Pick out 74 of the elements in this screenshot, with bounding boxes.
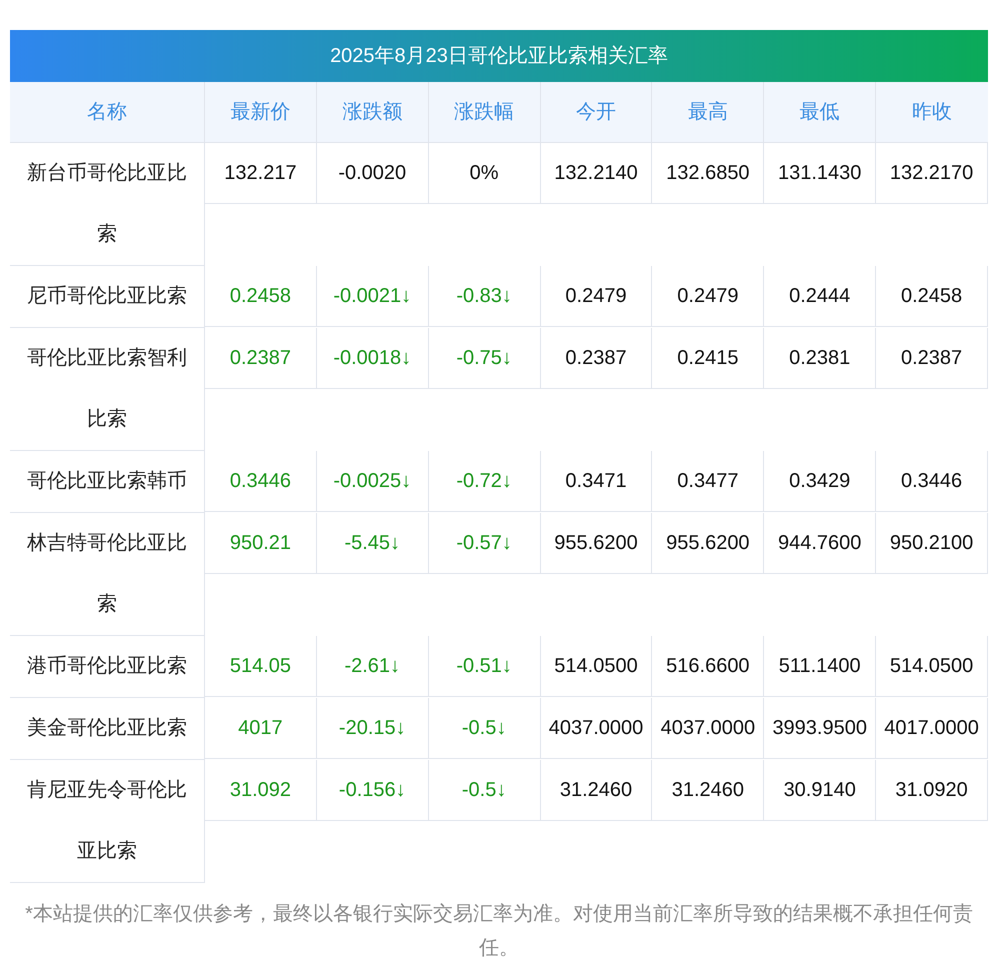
table-cell: 950.21 bbox=[205, 513, 317, 574]
table-cell: 0.2415 bbox=[652, 328, 764, 389]
table-cell: 132.6850 bbox=[652, 143, 764, 204]
table-cell: -0.5↓ bbox=[428, 698, 541, 759]
table-cell: 514.05 bbox=[205, 636, 317, 697]
table-cell: -20.15↓ bbox=[316, 698, 429, 759]
table-cell: 0.2479 bbox=[652, 266, 764, 327]
table-cell: 0.2387 bbox=[876, 328, 988, 389]
table-cell: 31.092 bbox=[205, 760, 317, 821]
table-cell: 31.2460 bbox=[540, 760, 652, 821]
table-cell: 131.1430 bbox=[764, 143, 876, 204]
table-cell: 0.2479 bbox=[540, 266, 652, 327]
table-cell: 0.3477 bbox=[652, 451, 764, 512]
table-cell: 955.6200 bbox=[540, 513, 652, 574]
table-cell: 30.9140 bbox=[764, 760, 876, 821]
table-cell: 0.3446 bbox=[876, 451, 988, 512]
table-cell: 4037.0000 bbox=[540, 698, 652, 759]
currency-pair-name: 林吉特哥伦比亚比索 bbox=[10, 513, 205, 636]
table-cell: 4017 bbox=[205, 698, 317, 759]
disclaimer-text: *本站提供的汇率仅供参考，最终以各银行实际交易汇率为准。对使用当前汇率所导致的结果概不承担任何责任。 bbox=[24, 902, 974, 961]
column-header: 昨收 bbox=[876, 82, 988, 143]
column-header: 今开 bbox=[540, 82, 652, 143]
column-header: 涨跌额 bbox=[316, 82, 429, 143]
table-cell: 0.2387 bbox=[540, 328, 652, 389]
table-cell: 0.3471 bbox=[540, 451, 652, 512]
table-cell: 4037.0000 bbox=[652, 698, 764, 759]
table-cell: 132.2170 bbox=[876, 143, 988, 204]
table-cell: 0.2387 bbox=[205, 328, 317, 389]
table-cell: 31.2460 bbox=[652, 760, 764, 821]
table-cell: 0.2444 bbox=[764, 266, 876, 327]
column-header: 涨跌幅 bbox=[428, 82, 541, 143]
table-cell: -5.45↓ bbox=[316, 513, 429, 574]
column-header: 最高 bbox=[652, 82, 764, 143]
currency-pair-name: 肯尼亚先令哥伦比亚比索 bbox=[10, 760, 205, 883]
table-cell: 950.2100 bbox=[876, 513, 988, 574]
table-cell: 516.6600 bbox=[652, 636, 764, 697]
table-title: 2025年8月23日哥伦比亚比索相关汇率 bbox=[10, 30, 988, 82]
table-cell: 4017.0000 bbox=[876, 698, 988, 759]
currency-pair-name: 尼币哥伦比亚比索 bbox=[10, 266, 205, 328]
table-cell: -0.83↓ bbox=[428, 266, 541, 327]
currency-pair-name: 新台币哥伦比亚比索 bbox=[10, 143, 205, 266]
table-cell: 955.6200 bbox=[652, 513, 764, 574]
column-header: 最新价 bbox=[205, 82, 317, 143]
table-cell: 944.7600 bbox=[764, 513, 876, 574]
table-cell: -0.0025↓ bbox=[316, 451, 429, 512]
table-cell: 0.2458 bbox=[876, 266, 988, 327]
table-cell: -0.0018↓ bbox=[316, 328, 429, 389]
currency-pair-name: 哥伦比亚比索韩币 bbox=[10, 451, 205, 513]
table-cell: -0.57↓ bbox=[428, 513, 541, 574]
table-cell: 0.2458 bbox=[205, 266, 317, 327]
table-cell: 514.0500 bbox=[876, 636, 988, 697]
table-cell: -0.5↓ bbox=[428, 760, 541, 821]
currency-pair-name: 港币哥伦比亚比索 bbox=[10, 636, 205, 698]
table-cell: -0.75↓ bbox=[428, 328, 541, 389]
table-cell: 0.2381 bbox=[764, 328, 876, 389]
table-cell: -0.0021↓ bbox=[316, 266, 429, 327]
table-cell: 132.2140 bbox=[540, 143, 652, 204]
table-cell: 0.3429 bbox=[764, 451, 876, 512]
table-cell: 511.1400 bbox=[764, 636, 876, 697]
table-cell: 3993.9500 bbox=[764, 698, 876, 759]
table-cell: 132.217 bbox=[205, 143, 317, 204]
table-cell: -2.61↓ bbox=[316, 636, 429, 697]
column-header: 最低 bbox=[764, 82, 876, 143]
table-cell: -0.156↓ bbox=[316, 760, 429, 821]
table-cell: -0.51↓ bbox=[428, 636, 541, 697]
table-cell: 31.0920 bbox=[876, 760, 988, 821]
currency-pair-name: 美金哥伦比亚比索 bbox=[10, 698, 205, 760]
column-header: 名称 bbox=[10, 82, 205, 143]
currency-pair-name: 哥伦比亚比索智利比索 bbox=[10, 328, 205, 451]
table-cell: 0% bbox=[428, 143, 541, 204]
table-cell: 0.3446 bbox=[205, 451, 317, 512]
table-cell: -0.0020 bbox=[316, 143, 429, 204]
table-cell: 514.0500 bbox=[540, 636, 652, 697]
table-cell: -0.72↓ bbox=[428, 451, 541, 512]
